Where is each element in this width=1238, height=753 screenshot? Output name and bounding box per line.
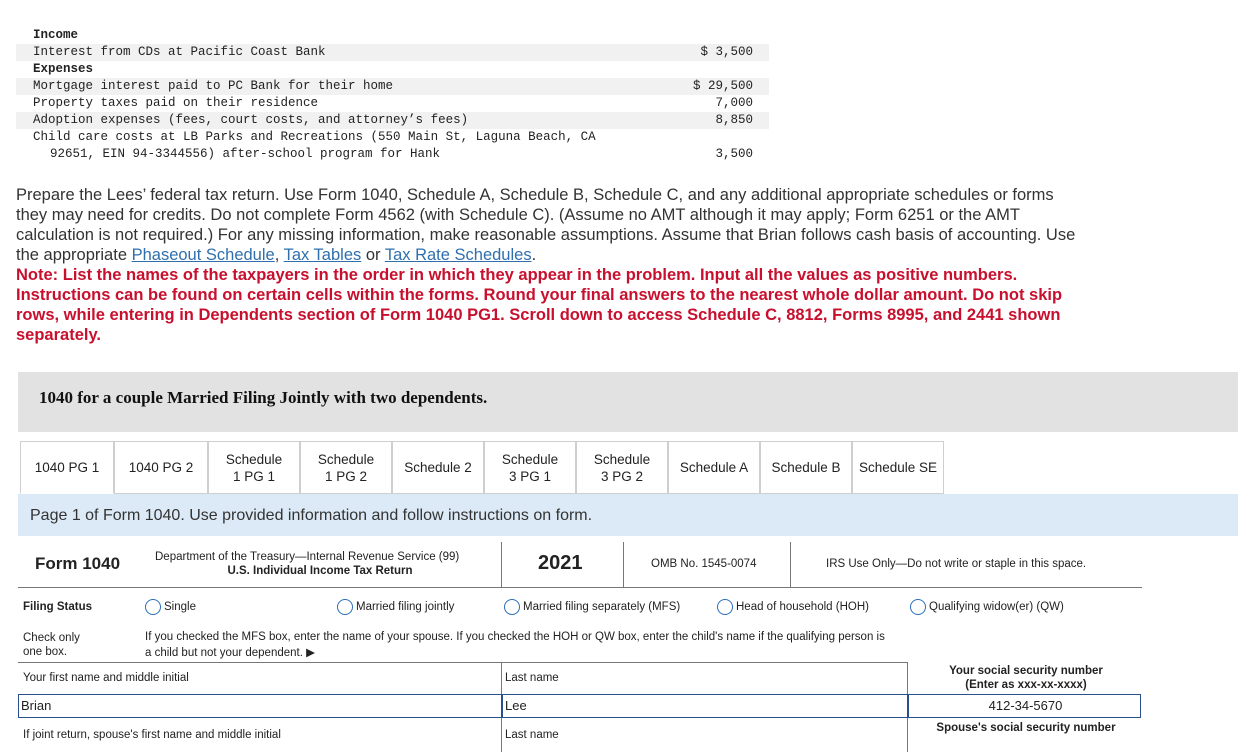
row-label: Child care costs at LB Parks and Recreat… — [33, 130, 596, 144]
expenses-header-row: Expenses — [16, 61, 769, 78]
divider — [790, 542, 791, 587]
instructions-text: Prepare the Lees’ federal tax return. Us… — [16, 185, 1076, 265]
info-bar: Page 1 of Form 1040. Use provided inform… — [18, 494, 1238, 536]
divider — [18, 662, 908, 663]
dept-line-2: U.S. Individual Income Tax Return — [227, 565, 413, 577]
form-name: Form 1040 — [35, 554, 121, 573]
row-label: Interest from CDs at Pacific Coast Bank — [33, 45, 326, 59]
tab-schedule3-pg1[interactable]: Schedule 3 PG 1 — [484, 441, 576, 494]
divider — [501, 542, 502, 587]
separator: or — [361, 246, 385, 264]
table-row: Adoption expenses (fees, court costs, an… — [16, 112, 769, 129]
phaseout-schedule-link[interactable]: Phaseout Schedule — [132, 246, 275, 264]
tab-schedule1-pg1[interactable]: Schedule 1 PG 1 — [208, 441, 300, 494]
instructions-note: Note: List the names of the taxpayers in… — [16, 266, 1063, 344]
irs-use-only: IRS Use Only—Do not write or staple in t… — [826, 558, 1087, 570]
radio-label: Single — [164, 601, 196, 613]
last-name-label: Last name — [505, 672, 559, 684]
spouse-first-name-label: If joint return, spouse's first name and… — [23, 729, 281, 741]
divider — [623, 542, 624, 587]
first-name-label: Your first name and middle initial — [23, 672, 189, 684]
radio-label: Married filing separately (MFS) — [523, 601, 681, 613]
check-only-line-1: Check only — [23, 632, 80, 644]
tax-tables-link[interactable]: Tax Tables — [284, 246, 362, 264]
radio-married-filing-jointly[interactable]: Married filing jointly — [337, 599, 454, 615]
row-label: Mortgage interest paid to PC Bank for th… — [33, 79, 394, 93]
tax-rate-schedules-link[interactable]: Tax Rate Schedules — [385, 246, 532, 264]
radio-circle-icon[interactable] — [910, 599, 926, 615]
row-amount: 3,500 — [715, 147, 753, 161]
radio-label: Qualifying widow(er) (QW) — [929, 601, 1064, 613]
spouse-last-name-label: Last name — [505, 729, 559, 741]
first-name-input[interactable]: Brian — [18, 694, 502, 718]
period: . — [531, 246, 537, 264]
income-header-row: Income — [16, 27, 769, 44]
info-text: Page 1 of Form 1040. Use provided inform… — [30, 507, 593, 524]
table-row: Property taxes paid on their residence 7… — [16, 95, 769, 112]
check-only-line-2: one box. — [23, 646, 68, 658]
table-row: Child care costs at LB Parks and Recreat… — [16, 129, 769, 163]
last-name-input[interactable]: Lee — [502, 694, 908, 718]
radio-qualifying-widow[interactable]: Qualifying widow(er) (QW) — [910, 599, 1064, 615]
divider — [18, 587, 1142, 588]
radio-label: Married filing jointly — [356, 601, 455, 613]
table-row: Interest from CDs at Pacific Coast Bank … — [16, 44, 769, 61]
table-row: Mortgage interest paid to PC Bank for th… — [16, 78, 769, 95]
tab-schedule2[interactable]: Schedule 2 — [392, 441, 484, 494]
row-amount: $ 3,500 — [700, 45, 753, 59]
scenario-banner: 1040 for a couple Married Filing Jointly… — [18, 372, 1238, 432]
row-amount: 8,850 — [715, 113, 753, 127]
radio-circle-icon[interactable] — [504, 599, 520, 615]
tab-schedule-a[interactable]: Schedule A — [668, 441, 760, 494]
income-header: Income — [33, 28, 79, 42]
tab-schedule-b[interactable]: Schedule B — [760, 441, 852, 494]
row-amount: 7,000 — [715, 96, 753, 110]
radio-circle-icon[interactable] — [717, 599, 733, 615]
row-label: Adoption expenses (fees, court costs, an… — [33, 113, 469, 127]
radio-label: Head of household (HOH) — [736, 601, 869, 613]
tab-schedule-se[interactable]: Schedule SE — [852, 441, 944, 494]
expenses-header: Expenses — [33, 62, 94, 76]
row-amount: $ 29,500 — [692, 79, 753, 93]
row-label: Property taxes paid on their residence — [33, 96, 319, 110]
ssn-label-2: (Enter as xxx-xx-xxxx) — [965, 679, 1087, 691]
spouse-ssn-label: Spouse's social security number — [936, 722, 1116, 734]
row-label-continued: 92651, EIN 94-3344556) after-school prog… — [50, 147, 441, 161]
banner-title: 1040 for a couple Married Filing Jointly… — [39, 388, 488, 407]
radio-married-filing-separately[interactable]: Married filing separately (MFS) — [504, 599, 680, 615]
tab-1040-pg2[interactable]: 1040 PG 2 — [114, 441, 208, 494]
omb-number: OMB No. 1545-0074 — [651, 558, 757, 570]
income-expense-table: Income Interest from CDs at Pacific Coas… — [16, 27, 769, 163]
mfs-note-line-1: If you checked the MFS box, enter the na… — [145, 631, 885, 643]
ssn-label-1: Your social security number — [949, 665, 1103, 677]
tax-year: 2021 — [538, 552, 583, 574]
tab-schedule3-pg2[interactable]: Schedule 3 PG 2 — [576, 441, 668, 494]
tab-schedule1-pg2[interactable]: Schedule 1 PG 2 — [300, 441, 392, 494]
filing-status-label: Filing Status — [23, 601, 92, 613]
dept-line-1: Department of the Treasury—Internal Reve… — [155, 551, 460, 563]
separator: , — [274, 246, 284, 264]
mfs-note-line-2: a child but not your dependent. ▶ — [145, 647, 315, 659]
tab-1040-pg1[interactable]: 1040 PG 1 — [20, 441, 114, 494]
radio-circle-icon[interactable] — [337, 599, 353, 615]
radio-head-of-household[interactable]: Head of household (HOH) — [717, 599, 869, 615]
radio-circle-icon[interactable] — [145, 599, 161, 615]
ssn-input[interactable]: 412-34-5670 — [908, 694, 1141, 718]
radio-single[interactable]: Single — [145, 599, 196, 615]
